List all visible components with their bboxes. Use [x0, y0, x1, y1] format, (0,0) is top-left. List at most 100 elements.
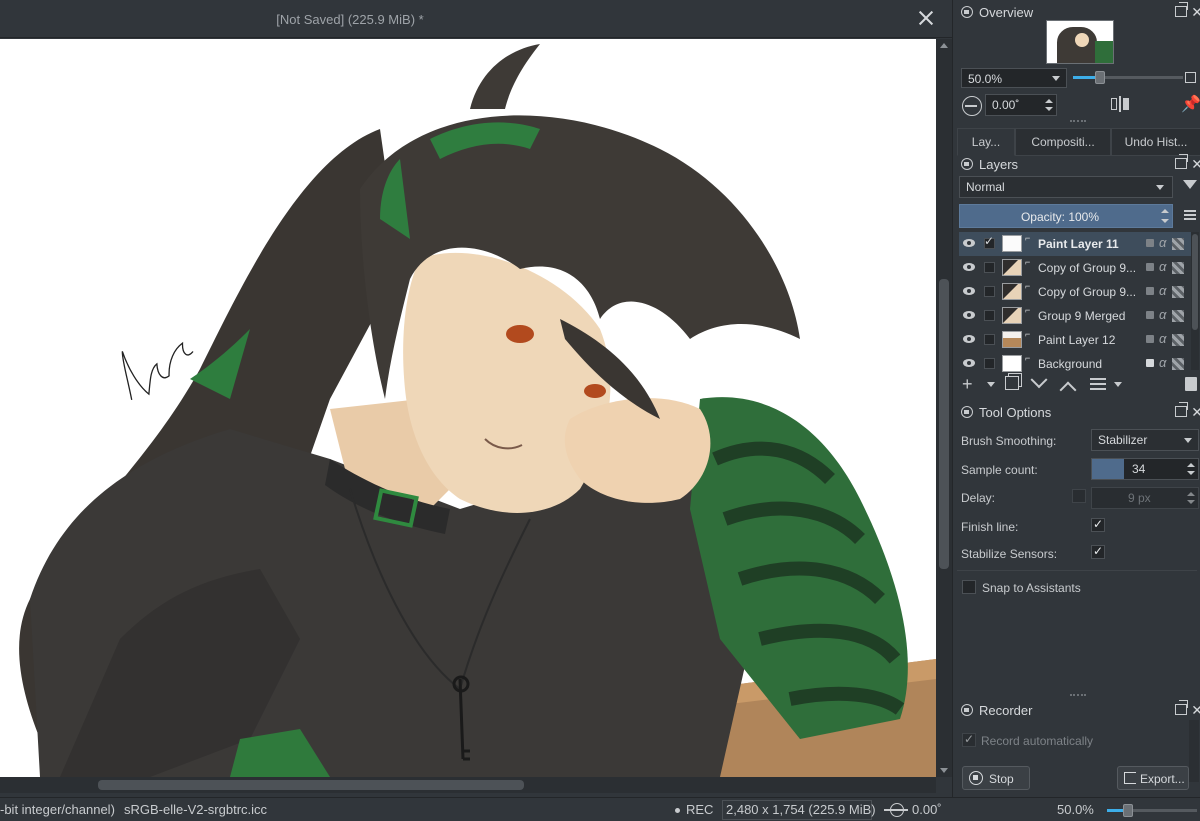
delay-checkbox[interactable]: [1072, 489, 1086, 503]
overview-zoom-select[interactable]: 50.0%: [961, 68, 1067, 88]
spin-arrows-icon[interactable]: [1044, 95, 1054, 115]
overview-zoom-slider[interactable]: [1073, 71, 1183, 84]
mirror-icon[interactable]: [1111, 96, 1129, 112]
alpha-lock-icon[interactable]: α: [1159, 331, 1166, 346]
inherit-alpha-icon[interactable]: [1172, 286, 1184, 298]
rotate-icon[interactable]: [884, 802, 908, 818]
close-icon[interactable]: ✕: [1191, 404, 1200, 421]
layer-row[interactable]: ⌐ Background α: [959, 352, 1191, 372]
sample-count-field[interactable]: 34: [1091, 458, 1199, 480]
layer-name[interactable]: Copy of Group 9...: [1038, 285, 1142, 299]
visibility-eye-icon[interactable]: [963, 287, 975, 295]
lock-icon[interactable]: [961, 6, 973, 18]
splitter-handle[interactable]: [1070, 120, 1086, 123]
blend-mode-select[interactable]: Normal: [959, 176, 1173, 198]
splitter-handle[interactable]: [1070, 694, 1086, 697]
move-layer-up-icon[interactable]: [1059, 381, 1077, 399]
layer-lock-icon[interactable]: [1146, 311, 1154, 319]
layer-name[interactable]: Copy of Group 9...: [1038, 261, 1142, 275]
overview-rotation-field[interactable]: 0.00˚: [985, 94, 1057, 116]
tab-undo-history[interactable]: Undo Hist...: [1111, 128, 1200, 156]
alpha-lock-icon[interactable]: α: [1159, 235, 1166, 250]
layer-select-checkbox[interactable]: [984, 358, 995, 369]
stop-recording-button[interactable]: Stop: [962, 766, 1030, 790]
zoom-slider[interactable]: [1107, 804, 1197, 817]
layer-lock-icon[interactable]: [1146, 359, 1154, 367]
layer-lock-icon[interactable]: [1146, 335, 1154, 343]
overview-thumbnail[interactable]: [1046, 20, 1114, 64]
layer-row[interactable]: ✓ ⌐ Paint Layer 11 α: [959, 232, 1191, 256]
float-icon[interactable]: [1175, 402, 1188, 417]
alpha-lock-icon[interactable]: α: [1159, 307, 1166, 322]
export-recording-button[interactable]: Export...: [1117, 766, 1189, 790]
visibility-eye-icon[interactable]: [963, 359, 975, 367]
scroll-up-icon[interactable]: [940, 43, 948, 48]
snap-assistants-checkbox[interactable]: [962, 580, 976, 594]
tab-compositions[interactable]: Compositi...: [1015, 128, 1111, 156]
spin-arrows-icon[interactable]: [1186, 459, 1196, 479]
close-icon[interactable]: ✕: [1191, 4, 1200, 21]
delete-layer-icon[interactable]: [1185, 377, 1197, 391]
inherit-alpha-icon[interactable]: [1172, 334, 1184, 346]
layer-select-checkbox[interactable]: [984, 286, 995, 297]
delay-field[interactable]: 9 px: [1091, 487, 1199, 509]
layer-select-checkbox[interactable]: [984, 262, 995, 273]
layer-row[interactable]: ⌐ Copy of Group 9... α: [959, 280, 1191, 304]
layer-list-scrollbar[interactable]: [1191, 232, 1199, 370]
horizontal-scroll-thumb[interactable]: [98, 780, 524, 790]
close-document-icon[interactable]: [916, 8, 936, 28]
finish-line-checkbox[interactable]: [1091, 517, 1105, 532]
tab-layers[interactable]: Lay...: [957, 128, 1015, 156]
layer-name[interactable]: Paint Layer 12: [1038, 333, 1142, 347]
layer-name[interactable]: Group 9 Merged: [1038, 309, 1142, 323]
alpha-lock-icon[interactable]: α: [1159, 259, 1166, 274]
vertical-scroll-thumb[interactable]: [939, 279, 949, 569]
close-icon[interactable]: ✕: [1191, 702, 1200, 719]
layer-name[interactable]: Paint Layer 11: [1038, 237, 1142, 251]
visibility-eye-icon[interactable]: [963, 263, 975, 271]
stabilize-sensors-checkbox[interactable]: [1091, 544, 1105, 559]
float-icon[interactable]: [1175, 700, 1188, 715]
layer-select-checkbox[interactable]: [984, 334, 995, 345]
horizontal-scrollbar[interactable]: [0, 777, 952, 793]
opacity-slider[interactable]: Opacity: 100%: [959, 204, 1173, 228]
layer-row[interactable]: ⌐ Paint Layer 12 α: [959, 328, 1191, 352]
add-layer-icon[interactable]: +: [962, 374, 973, 395]
layer-name[interactable]: Background: [1038, 357, 1142, 371]
lock-icon[interactable]: [961, 406, 973, 418]
scroll-down-icon[interactable]: [940, 768, 948, 773]
pin-icon[interactable]: 📌: [1181, 94, 1200, 114]
visibility-eye-icon[interactable]: [963, 239, 975, 247]
zoom-fit-icon[interactable]: [1185, 72, 1196, 83]
artwork-canvas[interactable]: [0, 39, 936, 777]
layer-row[interactable]: ⌐ Group 9 Merged α: [959, 304, 1191, 328]
filter-icon[interactable]: [1183, 180, 1197, 189]
layer-lock-icon[interactable]: [1146, 239, 1154, 247]
layer-row[interactable]: ⌐ Copy of Group 9... α: [959, 256, 1191, 280]
close-icon[interactable]: ✕: [1191, 156, 1200, 173]
zoom-slider-handle[interactable]: [1122, 804, 1133, 817]
brush-smoothing-select[interactable]: Stabilizer: [1091, 429, 1199, 451]
spin-arrows-icon[interactable]: [1186, 488, 1196, 508]
record-status[interactable]: REC: [686, 802, 713, 817]
float-icon[interactable]: [1175, 2, 1188, 17]
chevron-down-icon[interactable]: [987, 382, 995, 387]
rotate-dial-icon[interactable]: [962, 96, 982, 116]
chevron-down-icon[interactable]: [1114, 382, 1122, 387]
visibility-eye-icon[interactable]: [963, 311, 975, 319]
layers-menu-icon[interactable]: [1184, 210, 1196, 220]
vertical-scrollbar[interactable]: [936, 39, 952, 777]
alpha-lock-icon[interactable]: α: [1159, 283, 1166, 298]
float-icon[interactable]: [1175, 154, 1188, 169]
layer-select-checkbox[interactable]: [984, 310, 995, 321]
lock-icon[interactable]: [961, 704, 973, 716]
zoom-value[interactable]: 50.0%: [1057, 802, 1094, 817]
layer-properties-icon[interactable]: [1090, 378, 1106, 390]
inherit-alpha-icon[interactable]: [1172, 358, 1184, 370]
alpha-lock-icon[interactable]: α: [1159, 355, 1166, 370]
layer-lock-icon[interactable]: [1146, 263, 1154, 271]
record-automatically-checkbox[interactable]: [962, 732, 976, 747]
inherit-alpha-icon[interactable]: [1172, 238, 1184, 250]
visibility-eye-icon[interactable]: [963, 335, 975, 343]
move-layer-down-icon[interactable]: [1030, 371, 1048, 389]
